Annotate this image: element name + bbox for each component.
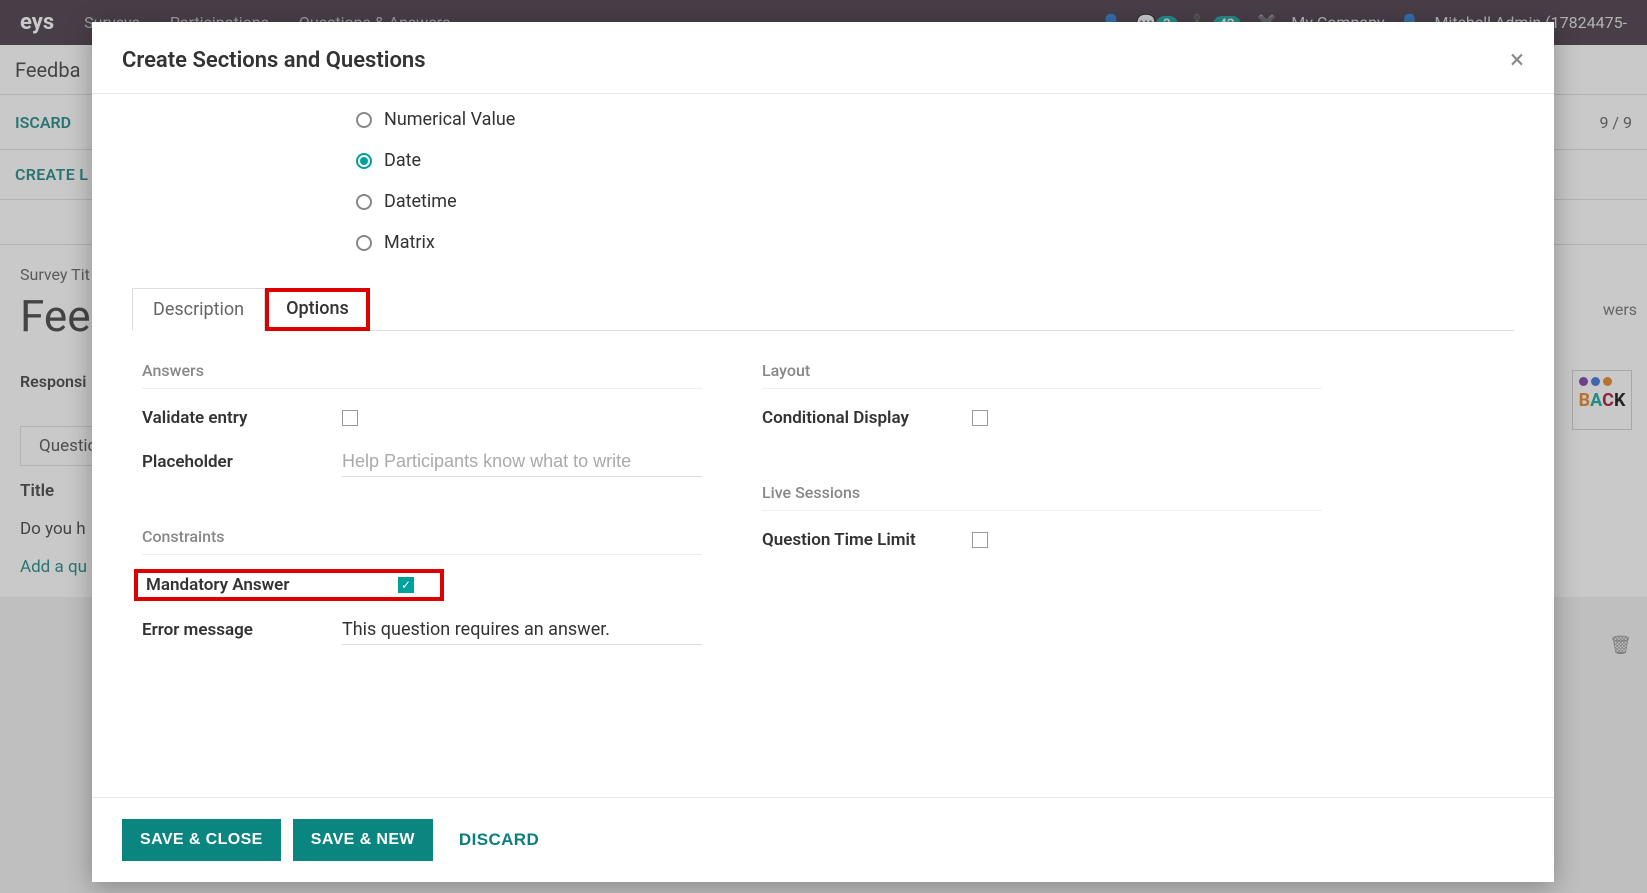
discard-button[interactable]: DISCARD (445, 818, 553, 862)
placeholder-label: Placeholder (142, 452, 342, 472)
save-new-button[interactable]: SAVE & NEW (293, 819, 433, 861)
placeholder-input[interactable] (342, 447, 702, 477)
radio-label: Numerical Value (384, 109, 515, 130)
highlight-mandatory: Mandatory Answer ✓ (134, 569, 444, 601)
tab-description[interactable]: Description (132, 288, 265, 331)
error-msg-label: Error message (142, 620, 342, 640)
modal-dialog: Create Sections and Questions × Numerica… (92, 22, 1554, 882)
radio-label: Datetime (384, 191, 457, 212)
time-limit-label: Question Time Limit (762, 530, 972, 550)
radio-icon (356, 194, 372, 210)
radio-icon (356, 153, 372, 169)
radio-label: Matrix (384, 232, 435, 253)
section-constraints: Constraints (142, 527, 702, 555)
mandatory-label: Mandatory Answer (146, 575, 338, 595)
radio-icon (356, 112, 372, 128)
radio-date[interactable]: Date (356, 150, 1514, 171)
radio-numerical[interactable]: Numerical Value (356, 109, 1514, 130)
section-layout: Layout (762, 361, 1322, 389)
radio-icon (356, 235, 372, 251)
highlight-options: Options (265, 288, 370, 331)
save-close-button[interactable]: SAVE & CLOSE (122, 819, 281, 861)
conditional-label: Conditional Display (762, 408, 972, 428)
time-limit-checkbox[interactable] (972, 532, 988, 548)
radio-matrix[interactable]: Matrix (356, 232, 1514, 253)
modal-title: Create Sections and Questions (122, 48, 426, 73)
validate-checkbox[interactable] (342, 410, 358, 426)
section-live-sessions: Live Sessions (762, 483, 1322, 511)
section-answers: Answers (142, 361, 702, 389)
tab-options[interactable]: Options (285, 297, 350, 319)
radio-label: Date (384, 150, 421, 171)
conditional-checkbox[interactable] (972, 410, 988, 426)
question-type-radios: Numerical Value Date Datetime Matrix (356, 109, 1514, 253)
close-icon[interactable]: × (1510, 47, 1524, 73)
radio-datetime[interactable]: Datetime (356, 191, 1514, 212)
validate-label: Validate entry (142, 408, 342, 428)
error-msg-input[interactable]: This question requires an answer. (342, 615, 702, 645)
mandatory-checkbox[interactable]: ✓ (398, 577, 414, 593)
